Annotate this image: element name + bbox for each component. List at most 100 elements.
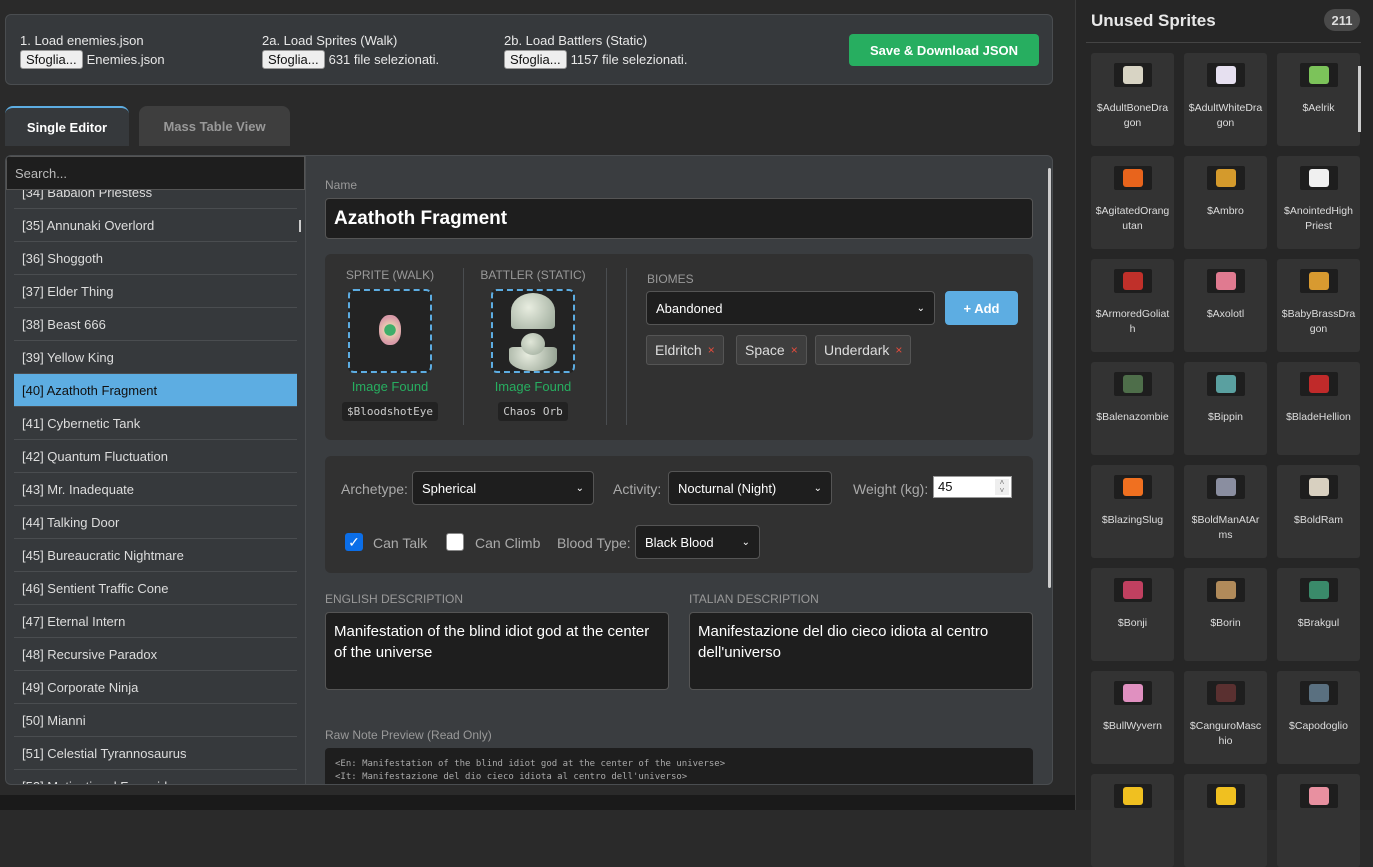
remove-tag-icon[interactable]: × [895, 343, 902, 357]
sprite-name: $Aelrik [1302, 102, 1335, 114]
sprite-card[interactable]: $CanguroMaschio [1184, 671, 1267, 764]
file-load-toolbar: 1. Load enemies.json Sfoglia... Enemies.j… [5, 14, 1053, 85]
sprite-card[interactable]: $Aelrik [1277, 53, 1360, 146]
list-item[interactable]: [51] Celestial Tyrannosaurus [14, 737, 297, 770]
list-item[interactable]: [42] Quantum Fluctuation [14, 440, 297, 473]
biome-select[interactable]: Abandoned ⌄ [646, 291, 935, 325]
sprite-name: $Axolotl [1206, 308, 1245, 320]
sprite-card[interactable]: $Borin [1184, 568, 1267, 661]
archetype-select[interactable]: Spherical ⌄ [412, 471, 594, 505]
list-item[interactable]: [43] Mr. Inadequate [14, 473, 297, 506]
blood-type-select[interactable]: Black Blood ⌄ [635, 525, 760, 559]
can-talk-label: Can Talk [373, 535, 428, 551]
sprite-card[interactable]: $BladeHellion [1277, 362, 1360, 455]
sprite-drop-zone[interactable] [348, 289, 432, 373]
sprite-card[interactable]: $Axolotl [1184, 259, 1267, 352]
load-sprites-label: 2a. Load Sprites (Walk) [262, 33, 398, 48]
sprite-card[interactable] [1277, 774, 1360, 867]
sidebar-title: Unused Sprites [1091, 11, 1216, 30]
list-item[interactable]: [50] Mianni [14, 704, 297, 737]
battler-status: Image Found [494, 379, 572, 394]
editor-scrollbar[interactable] [1048, 168, 1051, 588]
sprite-card[interactable]: $BoldManAtArms [1184, 465, 1267, 558]
browse-enemies-button[interactable]: Sfoglia... [20, 50, 83, 69]
list-item[interactable]: [37] Elder Thing [14, 275, 297, 308]
sprite-card[interactable]: $BlazingSlug [1091, 465, 1174, 558]
sprite-card[interactable]: $BullWyvern [1091, 671, 1174, 764]
divider [606, 268, 607, 425]
list-item[interactable]: [49] Corporate Ninja [14, 671, 297, 704]
tab-mass-table-view[interactable]: Mass Table View [139, 106, 290, 146]
remove-tag-icon[interactable]: × [791, 343, 798, 357]
biome-select-value: Abandoned [656, 300, 723, 316]
sprite-grid: $AdultBoneDragon $AdultWhiteDragon $Aelrik… [1091, 53, 1360, 867]
list-item[interactable]: [46] Sentient Traffic Cone [14, 572, 297, 605]
list-scrollbar[interactable] [299, 220, 301, 232]
list-item[interactable]: [39] Yellow King [14, 341, 297, 374]
sprite-thumbnail [1206, 681, 1245, 705]
list-item[interactable]: [35] Annunaki Overlord [14, 209, 297, 242]
sprite-card[interactable] [1184, 774, 1267, 867]
activity-select[interactable]: Nocturnal (Night) ⌄ [668, 471, 832, 505]
sprite-card[interactable]: $AnointedHighPriest [1277, 156, 1360, 249]
sprite-thumbnail [1299, 475, 1338, 499]
browse-battlers-button[interactable]: Sfoglia... [504, 50, 567, 69]
chevron-down-icon: ⌄ [916, 302, 925, 314]
raw-note-line: <En: Manifestation of the blind idiot go… [335, 759, 726, 769]
sprite-card[interactable]: $Balenazombie [1091, 362, 1174, 455]
spinner-icon[interactable]: ˄ ˅ [995, 479, 1009, 495]
weight-input[interactable]: 45 ˄ ˅ [933, 476, 1012, 498]
search-input[interactable] [6, 156, 305, 190]
list-item[interactable]: [38] Beast 666 [14, 308, 297, 341]
load-battlers-group: 2b. Load Battlers (Static) Sfoglia... 115… [504, 33, 687, 69]
italian-description-input[interactable]: Manifestazione del dio cieco idiota al c… [689, 612, 1033, 690]
can-talk-checkbox[interactable]: ✓ [345, 533, 363, 551]
list-item[interactable]: [52] Motivational Fungoid [14, 770, 297, 785]
archetype-label: Archetype: [341, 481, 408, 497]
list-item[interactable]: [48] Recursive Paradox [14, 638, 297, 671]
sprite-card[interactable]: $BabyBrassDragon [1277, 259, 1360, 352]
sidebar-scrollbar[interactable] [1358, 66, 1361, 132]
sprite-thumbnail [1206, 475, 1245, 499]
sprite-card[interactable]: $Capodoglio [1277, 671, 1360, 764]
battler-drop-zone[interactable] [491, 289, 575, 373]
sprite-name: $Borin [1210, 617, 1241, 629]
sprite-card[interactable]: $AgitatedOrangutan [1091, 156, 1174, 249]
sprite-card[interactable]: $Bippin [1184, 362, 1267, 455]
sprite-thumbnail [1299, 681, 1338, 705]
name-input[interactable]: Azathoth Fragment [325, 198, 1033, 239]
sprite-name: $AgitatedOrangutan [1095, 205, 1170, 232]
sprite-name: $AdultBoneDragon [1096, 102, 1169, 129]
list-item[interactable]: [45] Bureaucratic Nightmare [14, 539, 297, 572]
list-item[interactable]: [41] Cybernetic Tank [14, 407, 297, 440]
biome-tag-label: Space [745, 342, 785, 358]
sprite-card[interactable]: $BoldRam [1277, 465, 1360, 558]
sprite-card[interactable]: $ArmoredGoliath [1091, 259, 1174, 352]
save-download-button[interactable]: Save & Download JSON [849, 34, 1039, 66]
divider [1086, 42, 1361, 43]
list-item[interactable]: [40] Azathoth Fragment [14, 374, 297, 407]
tab-single-editor[interactable]: Single Editor [5, 106, 129, 146]
load-enemies-group: 1. Load enemies.json Sfoglia... Enemies.j… [20, 33, 165, 69]
add-biome-button[interactable]: + Add [945, 291, 1018, 325]
can-climb-checkbox[interactable] [446, 533, 464, 551]
english-description-input[interactable]: Manifestation of the blind idiot god at … [325, 612, 669, 690]
sprites-file-status: 631 file selezionati. [328, 52, 440, 67]
browse-sprites-button[interactable]: Sfoglia... [262, 50, 325, 69]
divider [463, 268, 464, 425]
sprite-thumbnail [1299, 784, 1338, 808]
list-item[interactable]: [36] Shoggoth [14, 242, 297, 275]
remove-tag-icon[interactable]: × [708, 343, 715, 357]
list-item[interactable]: [47] Eternal Intern [14, 605, 297, 638]
sprite-walk-label: SPRITE (WALK) [345, 268, 435, 282]
load-battlers-label: 2b. Load Battlers (Static) [504, 33, 648, 48]
sprite-card[interactable]: $AdultBoneDragon [1091, 53, 1174, 146]
sprite-card[interactable]: $Ambro [1184, 156, 1267, 249]
sprite-card[interactable] [1091, 774, 1174, 867]
list-item[interactable]: [44] Talking Door [14, 506, 297, 539]
sprite-card[interactable]: $Bonji [1091, 568, 1174, 661]
unused-count-badge: 211 [1324, 9, 1360, 31]
sprite-card[interactable]: $AdultWhiteDragon [1184, 53, 1267, 146]
sprite-card[interactable]: $Brakgul [1277, 568, 1360, 661]
biome-tag: Underdark × [815, 335, 912, 365]
